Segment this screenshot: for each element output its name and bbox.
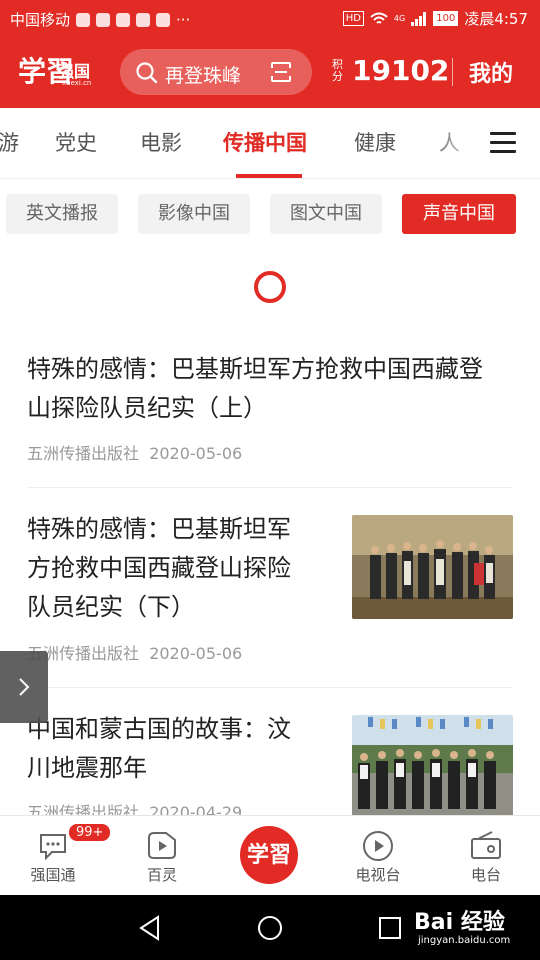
article-divider	[27, 487, 513, 488]
article-title-line: 川地震那年	[27, 754, 147, 782]
battery-icon: 100	[433, 11, 459, 26]
points-value: 19102	[352, 54, 450, 87]
home-circle-icon[interactable]	[257, 915, 283, 941]
search-placeholder: 再登珠峰	[165, 65, 242, 87]
tab-party-history[interactable]: 党史	[55, 127, 97, 157]
article-title-line: 特殊的感情：巴基斯坦军方抢救中国西藏登	[27, 355, 483, 383]
tab-movies[interactable]: 电影	[140, 127, 182, 157]
points-display[interactable]: 积分 19102	[332, 54, 449, 87]
signal-icon	[411, 11, 427, 26]
header-divider	[452, 58, 453, 86]
article-title: 特殊的感情：巴基斯坦军方抢救中国西藏登 山探险队员纪实（上）	[27, 350, 517, 428]
group-photo-image	[352, 515, 513, 619]
chevron-right-icon	[19, 678, 30, 696]
network-type-label: 4G	[393, 14, 406, 23]
xuexi-notification-icon	[156, 12, 171, 27]
logo-url: xuexi.cn	[62, 79, 92, 87]
video-notification-icon	[96, 12, 111, 27]
article-date: 2020-05-06	[149, 444, 243, 463]
article-thumbnail	[352, 715, 513, 819]
nav-item-bailing[interactable]: 百灵	[122, 816, 202, 896]
points-label: 积分	[332, 57, 343, 83]
nav-label: 百灵	[146, 866, 177, 884]
tab-spread-china[interactable]: 传播中国	[223, 127, 307, 157]
subtab-english-broadcast[interactable]: 英文播报	[6, 194, 118, 234]
article-title-line: 特殊的感情：巴基斯坦军	[27, 515, 291, 543]
nav-label: 电视台	[355, 866, 401, 884]
loading-spinner-icon	[254, 271, 286, 303]
search-icon	[136, 62, 158, 84]
chat-bubble-icon	[40, 834, 66, 860]
tab-travel[interactable]: 游	[0, 127, 19, 157]
outdoor-group-image	[352, 715, 513, 819]
article-divider	[27, 687, 513, 688]
bottom-navigation: 强国通 99+ 百灵 学習 电视台 电台	[0, 815, 540, 896]
more-notifications-icon: ···	[176, 10, 191, 29]
subtab-image-china[interactable]: 影像中国	[138, 194, 250, 234]
nav-item-tv[interactable]: 电视台	[338, 816, 418, 896]
search-bar[interactable]: 再登珠峰	[120, 49, 312, 95]
active-tab-indicator	[236, 174, 302, 178]
flower-notification-icon	[136, 12, 151, 27]
play-circle-icon	[363, 831, 393, 861]
watermark-url: jingyan.baidu.com	[418, 935, 511, 946]
scan-icon[interactable]	[270, 61, 292, 83]
article-title-line: 队员纪实（下）	[27, 593, 195, 621]
wifi-icon	[370, 12, 388, 24]
radio-icon	[471, 831, 501, 859]
my-profile-link[interactable]: 我的	[469, 56, 513, 88]
tabs-fade	[430, 108, 480, 178]
app-header: 学習 强国 xuexi.cn 再登珠峰 积分 19102 我的	[0, 36, 540, 108]
back-triangle-icon[interactable]	[138, 915, 162, 941]
article-date: 2020-05-06	[149, 644, 243, 663]
status-bar: 中国移动 ··· HD 4G 100 凌晨4:57	[0, 0, 540, 36]
article-title: 中国和蒙古国的故事：汶 川地震那年	[27, 710, 337, 788]
article-thumbnail	[352, 515, 513, 619]
message-notification-icon	[116, 12, 131, 27]
article-meta: 五洲传播出版社 2020-05-06	[27, 440, 242, 464]
subtab-voice-china[interactable]: 声音中国	[402, 194, 516, 234]
clock: 凌晨4:57	[464, 10, 528, 28]
xuexi-logo-icon[interactable]: 学習	[240, 826, 298, 884]
play-square-icon	[148, 832, 176, 859]
recents-square-icon[interactable]	[378, 916, 402, 940]
nav-label: 电台	[470, 866, 501, 884]
unread-badge: 99+	[67, 822, 113, 843]
article-source: 五洲传播出版社	[27, 444, 140, 463]
carrier-label: 中国移动	[10, 11, 71, 29]
tab-health[interactable]: 健康	[354, 127, 396, 157]
article-meta: 五洲传播出版社 2020-05-06	[27, 640, 242, 664]
article-title-line: 山探险队员纪实（上）	[27, 394, 267, 422]
nav-item-radio[interactable]: 电台	[446, 816, 526, 896]
article-title-line: 中国和蒙古国的故事：汶	[27, 715, 291, 743]
article-title-line: 方抢救中国西藏登山探险	[27, 554, 291, 582]
hd-icon: HD	[342, 11, 364, 26]
channel-tabs: 游 党史 电影 传播中国 健康 人	[0, 108, 540, 179]
subtab-graphic-china[interactable]: 图文中国	[270, 194, 382, 234]
nav-label: 强国通	[30, 866, 76, 884]
app-notification-icon	[76, 12, 91, 27]
article-title: 特殊的感情：巴基斯坦军 方抢救中国西藏登山探险 队员纪实（下）	[27, 510, 337, 627]
watermark-logo: Bai 经验	[414, 910, 505, 935]
side-expand-button[interactable]	[0, 651, 48, 723]
channel-menu-icon[interactable]	[490, 132, 516, 154]
